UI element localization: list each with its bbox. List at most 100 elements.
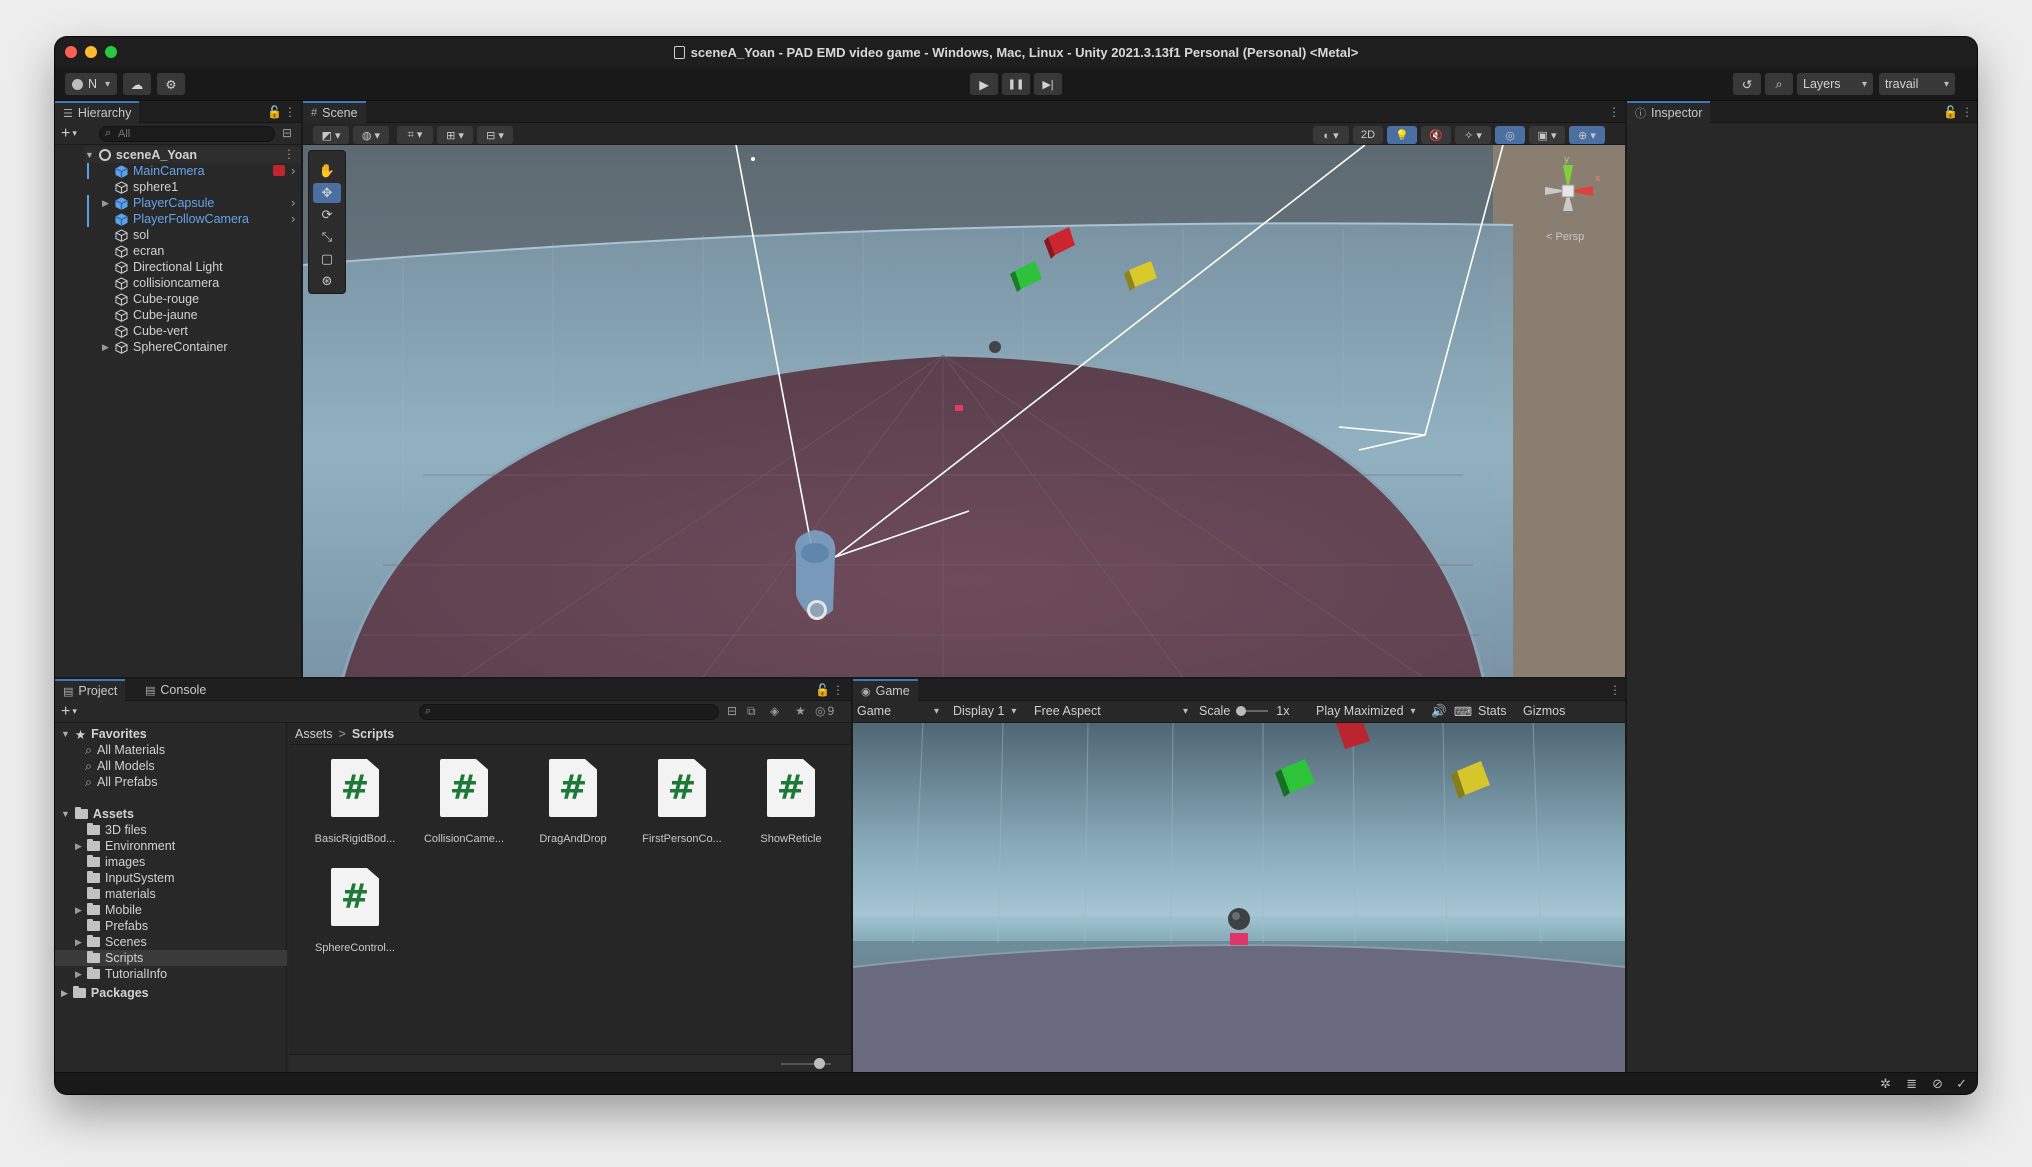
- account-dropdown[interactable]: N: [65, 73, 117, 95]
- game-more-icon[interactable]: ⋮: [1609, 683, 1621, 697]
- transform-tool[interactable]: ⊛: [313, 271, 341, 291]
- toggle-2d-button[interactable]: 2D: [1353, 126, 1383, 144]
- scene-more-icon[interactable]: ⋮: [1608, 105, 1620, 119]
- search-filter-icon[interactable]: ⊟: [282, 126, 292, 140]
- hierarchy-item[interactable]: sphere1: [115, 179, 178, 195]
- tab-inspector[interactable]: ⓘ Inspector: [1627, 101, 1711, 123]
- display-dropdown[interactable]: Display 1: [953, 704, 1016, 718]
- script-asset[interactable]: # DragAndDrop: [521, 759, 631, 859]
- pause-button[interactable]: ❚❚: [1002, 73, 1030, 95]
- play-button[interactable]: ▶: [970, 73, 998, 95]
- project-search-input[interactable]: [419, 704, 719, 720]
- aspect-dropdown[interactable]: Free Aspect: [1034, 704, 1188, 718]
- audio-toggle[interactable]: 🔇: [1421, 126, 1451, 144]
- hidden-objects-toggle[interactable]: ◎: [1495, 126, 1525, 144]
- scale-control[interactable]: Scale 1x: [1199, 704, 1289, 718]
- hierarchy-item[interactable]: Cube-vert: [115, 323, 188, 339]
- tab-game[interactable]: ◉ Game: [853, 679, 918, 701]
- hidden-packages-toggle[interactable]: ◎ 9: [815, 704, 834, 718]
- collab-button[interactable]: ⚙: [157, 73, 185, 95]
- search-by-type-icon[interactable]: ⊟: [727, 704, 737, 718]
- layers-stack-icon[interactable]: ≣: [1906, 1076, 1917, 1092]
- scene-orientation-gizmo[interactable]: y x: [1533, 151, 1603, 241]
- expand-arrow-icon[interactable]: ▶: [75, 937, 82, 948]
- auto-gen-lighting-icon[interactable]: ⊘: [1932, 1076, 1943, 1092]
- scene-options-icon[interactable]: ⋮: [283, 147, 295, 161]
- hierarchy-item[interactable]: Directional Light: [115, 259, 223, 275]
- layers-dropdown[interactable]: Layers: [1797, 73, 1873, 95]
- hierarchy-item[interactable]: SphereContainer: [115, 339, 228, 355]
- scale-slider[interactable]: [1236, 706, 1269, 716]
- favorite-star-icon[interactable]: ★: [795, 704, 806, 718]
- favorite-item[interactable]: ⌕ All Materials: [85, 742, 165, 758]
- folder-item[interactable]: Scripts: [87, 950, 143, 966]
- hierarchy-item[interactable]: Cube-rouge: [115, 291, 199, 307]
- snap-dropdown[interactable]: ⊞ ▾: [437, 126, 473, 144]
- expand-arrow-icon[interactable]: ▶: [75, 969, 82, 980]
- breadcrumb-assets[interactable]: Assets: [295, 727, 333, 741]
- hierarchy-item[interactable]: sol: [115, 227, 149, 243]
- increment-dropdown[interactable]: ⊟ ▾: [477, 126, 513, 144]
- progress-check-icon[interactable]: ✓: [1956, 1076, 1967, 1092]
- open-prefab-chevron-icon[interactable]: ›: [291, 211, 295, 226]
- folder-item[interactable]: Environment: [87, 838, 175, 854]
- rotate-tool[interactable]: ⟳: [313, 205, 341, 225]
- folder-item[interactable]: Prefabs: [87, 918, 148, 934]
- tab-scene[interactable]: # Scene: [303, 101, 366, 123]
- stats-toggle[interactable]: ⌨: [1454, 704, 1472, 719]
- step-button[interactable]: ▶|: [1034, 73, 1062, 95]
- inspector-more-icon[interactable]: ⋮: [1961, 105, 1973, 119]
- zoom-window-button[interactable]: [105, 46, 117, 58]
- script-asset[interactable]: # SphereControl...: [303, 868, 413, 968]
- hierarchy-item[interactable]: PlayerFollowCamera: [115, 211, 249, 227]
- favorites-row[interactable]: ▼ ★ Favorites: [61, 726, 147, 742]
- cloud-button[interactable]: ☁: [123, 73, 151, 95]
- pivot-dropdown[interactable]: ◍ ▾: [353, 126, 389, 144]
- camera-dropdown[interactable]: ▣ ▾: [1529, 126, 1565, 144]
- gizmos-button[interactable]: Gizmos: [1523, 704, 1565, 718]
- project-lock-icon[interactable]: 🔓: [815, 683, 830, 697]
- lock-icon[interactable]: 🔓: [267, 105, 282, 119]
- hierarchy-item[interactable]: collisioncamera: [115, 275, 219, 291]
- packages-row[interactable]: ▶ Packages: [61, 985, 149, 1001]
- layout-dropdown[interactable]: travail: [1879, 73, 1955, 95]
- script-asset[interactable]: # BasicRigidBod...: [303, 759, 413, 859]
- hierarchy-search-input[interactable]: All: [99, 126, 275, 142]
- open-prefab-chevron-icon[interactable]: ›: [291, 195, 295, 210]
- expand-arrow-icon[interactable]: ▶: [102, 342, 109, 353]
- assets-row[interactable]: ▼ Assets: [61, 806, 134, 822]
- search-button[interactable]: ⌕: [1765, 73, 1793, 95]
- open-prefab-chevron-icon[interactable]: ›: [291, 163, 295, 178]
- favorite-item[interactable]: ⌕ All Models: [85, 758, 155, 774]
- draw-mode-dropdown[interactable]: ◩ ▾: [313, 126, 349, 144]
- inspector-lock-icon[interactable]: 🔓: [1943, 105, 1958, 119]
- tab-project[interactable]: ▤ Project: [55, 679, 126, 701]
- grid-dropdown[interactable]: ⌗ ▾: [397, 126, 433, 144]
- bug-report-icon[interactable]: ✲: [1880, 1076, 1891, 1092]
- more-options-icon[interactable]: ⋮: [284, 105, 296, 119]
- hand-tool[interactable]: ✋: [313, 161, 341, 181]
- scale-tool[interactable]: ⤡: [313, 227, 341, 247]
- favorite-item[interactable]: ⌕ All Prefabs: [85, 774, 157, 790]
- folder-item[interactable]: materials: [87, 886, 156, 902]
- lighting-toggle[interactable]: 💡: [1387, 126, 1417, 144]
- hierarchy-item[interactable]: ecran: [115, 243, 164, 259]
- project-more-icon[interactable]: ⋮: [832, 683, 844, 697]
- game-mode-dropdown[interactable]: Game: [857, 704, 939, 718]
- mute-audio-button[interactable]: 🔊: [1431, 704, 1447, 719]
- create-button[interactable]: +: [61, 125, 77, 143]
- folder-item[interactable]: 3D files: [87, 822, 147, 838]
- effects-dropdown[interactable]: ✧ ▾: [1455, 126, 1491, 144]
- tab-hierarchy[interactable]: ☰ Hierarchy: [55, 101, 140, 123]
- hierarchy-item[interactable]: PlayerCapsule: [115, 195, 214, 211]
- project-create-button[interactable]: +: [61, 703, 77, 721]
- icon-size-slider-thumb[interactable]: [814, 1058, 825, 1069]
- shading-mode-dropdown[interactable]: ◐ ▾: [1313, 126, 1349, 144]
- scene-root-row[interactable]: ▼ sceneA_Yoan: [85, 147, 301, 163]
- tag-icon[interactable]: ◈: [770, 704, 779, 718]
- undo-history-button[interactable]: ↺: [1733, 73, 1761, 95]
- folder-item[interactable]: InputSystem: [87, 870, 174, 886]
- stats-button[interactable]: Stats: [1478, 704, 1507, 718]
- script-asset[interactable]: # FirstPersonCo...: [630, 759, 740, 859]
- expand-arrow-icon[interactable]: ▶: [102, 198, 109, 209]
